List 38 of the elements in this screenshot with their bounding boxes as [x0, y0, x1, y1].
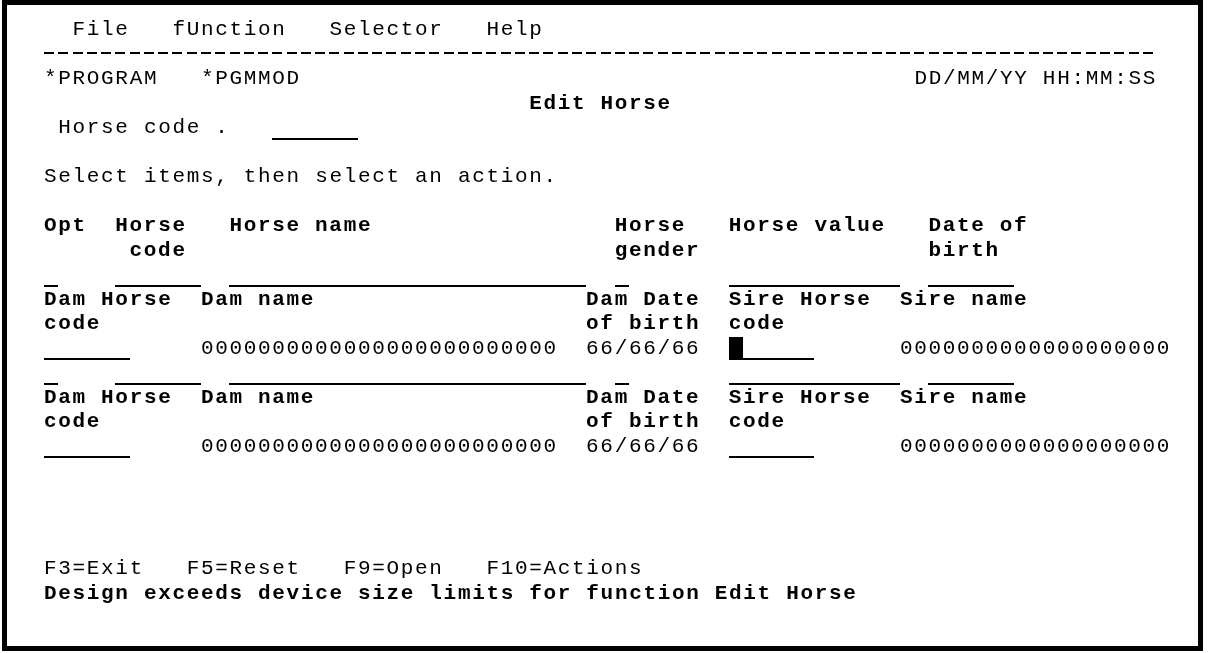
field-value: 66/66/66	[586, 336, 701, 361]
field-value: 0000000000000000000000000	[200, 336, 558, 361]
function-key-hint: F5=Reset	[186, 557, 301, 582]
field-value: 0000000000000000000	[899, 434, 1171, 459]
function-key-hint: F10=Actions	[486, 557, 644, 582]
field-label: Sire Horse code	[728, 287, 873, 337]
field-label: Sire Horse code	[728, 385, 873, 435]
field-value: 66/66/66	[586, 434, 701, 459]
column-header: Horse value	[728, 214, 887, 239]
field-label: Dam Horse code	[44, 287, 174, 337]
field-value: 0000000000000000000000000	[200, 434, 558, 459]
field-label: Dam Horse code	[44, 385, 174, 435]
column-header: Horse code	[115, 214, 187, 263]
instruction-text: Select items, then select an action.	[44, 165, 558, 190]
program-name: *PROGRAM	[44, 67, 159, 92]
date-time-text: DD/MM/YY HH:MM:SS	[914, 67, 1158, 92]
function-key-hint: F3=Exit	[44, 557, 144, 582]
column-header: Horse gender	[614, 214, 702, 263]
function-key-hint: F9=Open	[343, 557, 444, 582]
field-label: Dam name	[200, 287, 317, 312]
column-header: Horse name	[229, 214, 374, 239]
menu-item[interactable]: File	[72, 18, 130, 43]
field-label: Dam Date of birth	[586, 287, 702, 337]
field-label: Dam Date of birth	[586, 385, 702, 435]
menu-item[interactable]: fUnction	[172, 18, 287, 43]
column-header: Opt	[44, 214, 87, 239]
field-value: 0000000000000000000	[899, 336, 1171, 361]
menu-item[interactable]: Help	[486, 18, 544, 43]
column-header: Date of birth	[928, 214, 1030, 263]
field-label: Sire name	[899, 287, 1030, 312]
module-name: *PGMMOD	[201, 67, 301, 92]
input-field[interactable]	[728, 336, 815, 360]
message-text: Design exceeds device size limits for function Edit Horse	[44, 581, 858, 606]
menu-item[interactable]: Selector	[329, 18, 444, 43]
field-label: Dam name	[200, 385, 317, 410]
field-label: Horse code .	[58, 116, 230, 141]
field-label: Sire name	[899, 385, 1030, 410]
screen-title: Edit Horse	[529, 91, 672, 116]
